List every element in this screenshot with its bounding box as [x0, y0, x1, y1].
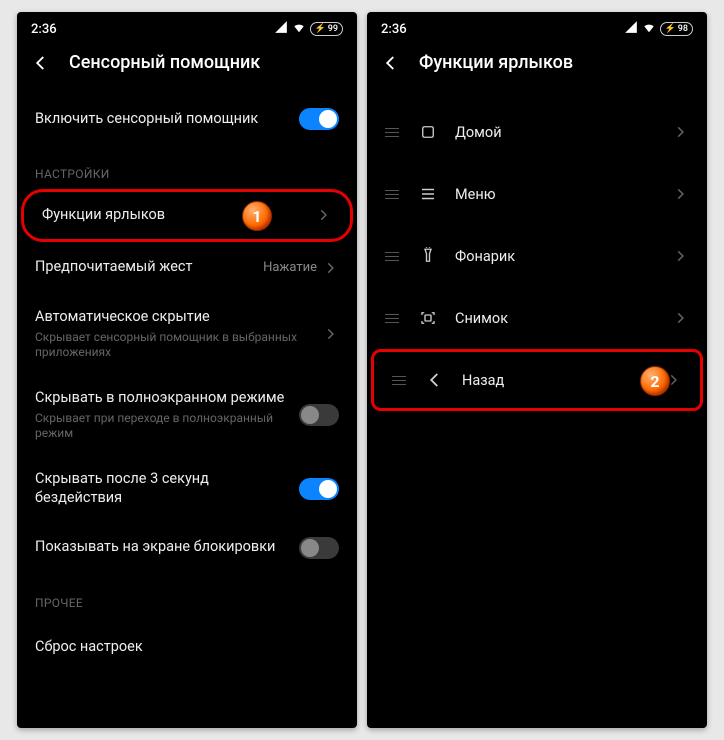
screenshot-icon: [419, 309, 437, 327]
shortcut-label: Фонарик: [455, 248, 655, 265]
reset-label: Сброс настроек: [35, 638, 339, 657]
chevron-right-icon: [323, 261, 339, 275]
content: Включить сенсорный помощник НАСТРОЙКИ 1 …: [17, 91, 357, 670]
page-title: Сенсорный помощник: [69, 52, 260, 73]
fullscreen-row[interactable]: Скрывать в полноэкранном режиме Скрывает…: [17, 375, 357, 456]
page-title: Функции ярлыков: [419, 52, 573, 73]
shortcut-back[interactable]: Назад 2: [371, 349, 703, 411]
home-icon: [419, 123, 437, 141]
status-time: 2:36: [381, 22, 407, 37]
lockscreen-toggle[interactable]: [299, 537, 339, 559]
autohide-row[interactable]: Автоматическое скрытие Скрывает сенсорны…: [17, 294, 357, 375]
gesture-row[interactable]: Предпочитаемый жест Нажатие: [17, 242, 357, 294]
back-icon: [426, 371, 444, 389]
shortcut-label: Домой: [455, 124, 655, 141]
status-bar: 2:36 ⚡98: [367, 12, 707, 42]
status-right: ⚡98: [624, 20, 693, 38]
marker-2: 2: [640, 366, 670, 396]
gesture-value: Нажатие: [263, 260, 317, 275]
shortcut-menu[interactable]: Меню: [367, 163, 707, 225]
header: Сенсорный помощник: [17, 42, 357, 91]
phone-right: 2:36 ⚡98 Функции ярлыков Домой Меню: [367, 12, 707, 728]
chevron-right-icon: [316, 208, 332, 222]
signal-icon: [274, 20, 288, 38]
chevron-right-icon: [673, 311, 689, 325]
enable-toggle[interactable]: [299, 108, 339, 130]
shortcut-label: Меню: [455, 186, 655, 203]
reset-row[interactable]: Сброс настроек: [17, 618, 357, 670]
fullscreen-toggle[interactable]: [299, 404, 339, 426]
wifi-icon: [292, 20, 306, 38]
drag-handle-icon[interactable]: [392, 376, 408, 385]
lockscreen-row[interactable]: Показывать на экране блокировки: [17, 522, 357, 574]
idle-row[interactable]: Скрывать после 3 секунд бездействия: [17, 456, 357, 522]
shortcuts-label: Функции ярлыков: [42, 206, 316, 225]
drag-handle-icon[interactable]: [385, 252, 401, 261]
shortcuts-row[interactable]: Функции ярлыков: [21, 189, 353, 242]
lockscreen-label: Показывать на экране блокировки: [35, 538, 299, 557]
shortcut-label: Назад: [462, 372, 648, 389]
marker-1: 1: [242, 201, 272, 231]
chevron-right-icon: [673, 187, 689, 201]
enable-toggle-row[interactable]: Включить сенсорный помощник: [17, 93, 357, 145]
section-other: ПРОЧЕЕ: [17, 574, 357, 618]
shortcut-screenshot[interactable]: Снимок: [367, 287, 707, 349]
flashlight-icon: [419, 247, 437, 265]
shortcut-label: Снимок: [455, 310, 655, 327]
header: Функции ярлыков: [367, 42, 707, 91]
section-settings: НАСТРОЙКИ: [17, 145, 357, 189]
drag-handle-icon[interactable]: [385, 314, 401, 323]
phone-left: 2:36 ⚡99 Сенсорный помощник Включить сен…: [17, 12, 357, 728]
shortcut-flashlight[interactable]: Фонарик: [367, 225, 707, 287]
signal-icon: [624, 20, 638, 38]
status-time: 2:36: [31, 22, 57, 37]
status-bar: 2:36 ⚡99: [17, 12, 357, 42]
back-icon[interactable]: [31, 53, 51, 73]
drag-handle-icon[interactable]: [385, 190, 401, 199]
enable-label: Включить сенсорный помощник: [35, 110, 299, 129]
chevron-right-icon: [673, 125, 689, 139]
menu-icon: [419, 185, 437, 203]
gesture-label: Предпочитаемый жест: [35, 258, 263, 277]
battery-indicator: ⚡98: [660, 22, 693, 36]
shortcut-list: Домой Меню Фонарик Снимок Назад 2: [367, 91, 707, 411]
idle-toggle[interactable]: [299, 478, 339, 500]
battery-indicator: ⚡99: [310, 22, 343, 36]
chevron-right-icon: [323, 327, 339, 341]
status-right: ⚡99: [274, 20, 343, 38]
fullscreen-label: Скрывать в полноэкранном режиме Скрывает…: [35, 389, 299, 442]
drag-handle-icon[interactable]: [385, 128, 401, 137]
idle-label: Скрывать после 3 секунд бездействия: [35, 470, 299, 508]
back-icon[interactable]: [381, 53, 401, 73]
shortcut-home[interactable]: Домой: [367, 101, 707, 163]
wifi-icon: [642, 20, 656, 38]
autohide-label: Автоматическое скрытие Скрывает сенсорны…: [35, 308, 323, 361]
chevron-right-icon: [673, 249, 689, 263]
